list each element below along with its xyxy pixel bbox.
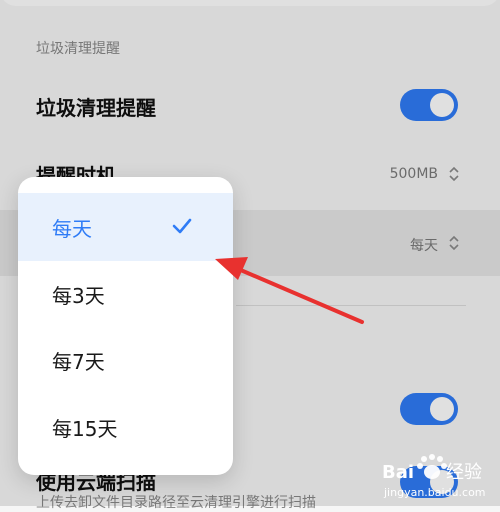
- menu-item-15days[interactable]: 每15天: [18, 393, 233, 461]
- watermark-brand: Bai: [382, 462, 414, 483]
- baidu-watermark: Bai 经验 jingyan.baidu.com: [382, 454, 486, 499]
- menu-item-daily[interactable]: 每天: [18, 193, 233, 261]
- menu-item-label: 每3天: [52, 283, 105, 308]
- menu-item-label: 每天: [52, 216, 92, 241]
- menu-item-label: 每7天: [52, 349, 105, 374]
- check-icon: [172, 218, 192, 234]
- menu-item-label: 每15天: [52, 416, 118, 441]
- menu-item-7days[interactable]: 每7天: [18, 326, 233, 394]
- menu-item-3days[interactable]: 每3天: [18, 260, 233, 328]
- frequency-menu: 每天 每3天 每7天 每15天: [18, 177, 233, 475]
- watermark-brand2: 经验: [446, 462, 482, 483]
- watermark-url: jingyan.baidu.com: [383, 486, 486, 499]
